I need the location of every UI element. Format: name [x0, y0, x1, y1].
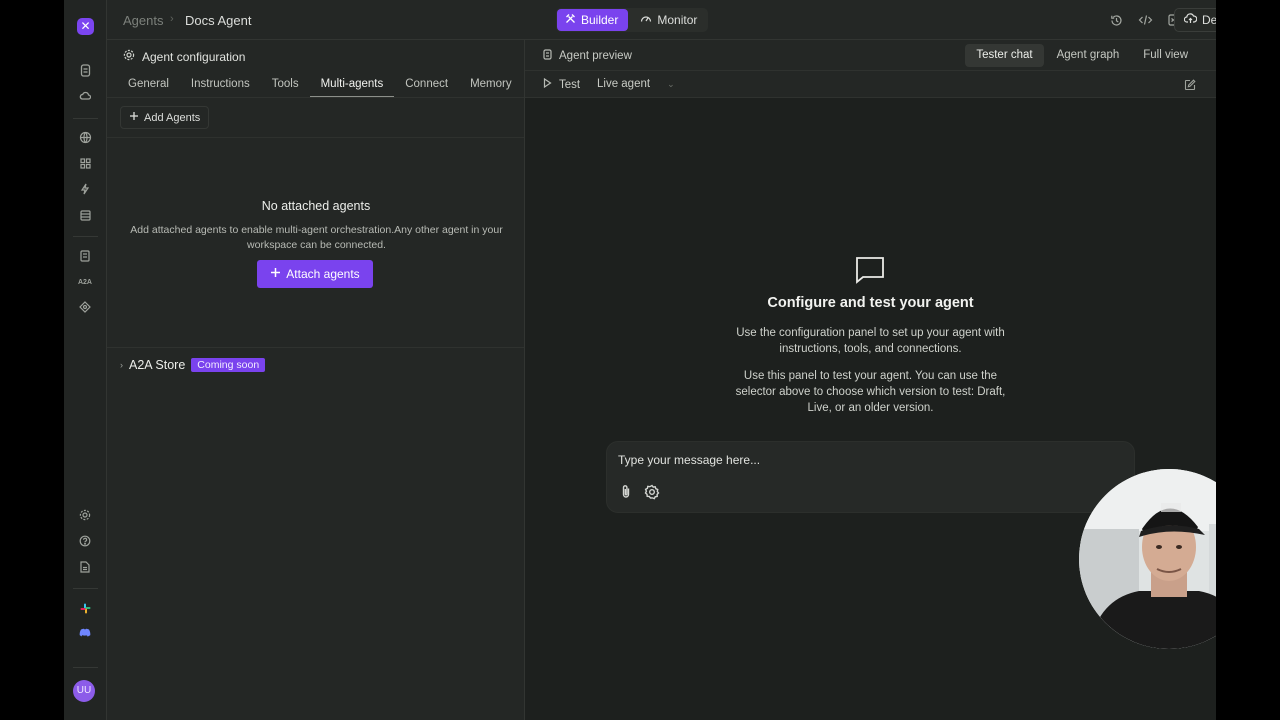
tab-connect[interactable]: Connect — [394, 77, 459, 97]
monitor-label: Monitor — [657, 13, 698, 27]
tab-full-view[interactable]: Full view — [1132, 44, 1199, 67]
edit-icon[interactable] — [1184, 78, 1198, 92]
empty-state-title: No attached agents — [261, 199, 371, 213]
version-select[interactable]: Live agent ⌄ — [597, 78, 675, 90]
rail-divider — [73, 236, 98, 237]
user-avatar[interactable]: UU — [73, 680, 95, 702]
discord-icon[interactable] — [76, 624, 94, 642]
preview-heading: Configure and test your agent — [767, 295, 974, 311]
plus-icon — [270, 267, 281, 281]
document-icon[interactable] — [76, 247, 94, 265]
monitor-button[interactable]: Monitor — [632, 9, 707, 31]
top-bar: Agents › Docs Agent Builder Monitor De — [107, 0, 1216, 40]
apps-grid-icon[interactable] — [76, 154, 94, 172]
plus-icon — [129, 111, 139, 124]
empty-state-description: Add attached agents to enable multi-agen… — [130, 224, 503, 251]
a2a-store-toggle[interactable]: › A2A Store Coming soon — [120, 358, 266, 372]
tools-icon — [565, 13, 576, 27]
add-agents-label: Add Agents — [144, 111, 201, 124]
database-icon[interactable] — [76, 206, 94, 224]
chevron-down-icon: ⌄ — [667, 78, 675, 89]
builder-button[interactable]: Builder — [557, 9, 629, 31]
config-header: Agent configuration — [123, 49, 245, 64]
section-divider — [107, 137, 524, 138]
version-selected: Live agent — [597, 78, 651, 90]
mode-toggle: Builder Monitor — [556, 8, 709, 32]
agent-icon[interactable] — [76, 61, 94, 79]
preview-description-1: Use the configuration panel to set up yo… — [736, 327, 1005, 355]
attach-agents-button[interactable]: Attach agents — [257, 260, 373, 288]
globe-icon[interactable] — [76, 128, 94, 146]
config-title: Agent configuration — [142, 49, 246, 64]
agent-icon — [543, 49, 552, 63]
preview-title-group: Agent preview — [543, 49, 632, 63]
docs-icon[interactable] — [76, 558, 94, 576]
tab-general[interactable]: General — [117, 77, 180, 97]
cloud-icon[interactable] — [76, 87, 94, 105]
gauge-icon — [640, 13, 652, 27]
settings-icon[interactable] — [76, 506, 94, 524]
play-icon — [543, 77, 552, 91]
breadcrumb-current: Docs Agent — [185, 13, 252, 28]
gear-icon — [123, 49, 135, 64]
chevron-right-icon: › — [120, 360, 123, 370]
preview-description-2: Use this panel to test your agent. You c… — [735, 370, 1006, 414]
network-icon[interactable] — [76, 298, 94, 316]
tab-memory[interactable]: Memory — [459, 77, 523, 97]
tab-tools[interactable]: Tools — [261, 77, 310, 97]
breadcrumb-chevron-icon: › — [170, 13, 174, 25]
test-toolbar: Test Live agent ⌄ — [525, 71, 1216, 98]
slack-icon[interactable] — [76, 599, 94, 617]
deploy-label: Deploy — [1202, 13, 1216, 27]
rail-divider — [73, 667, 98, 668]
message-composer[interactable]: Type your message here... — [606, 441, 1135, 513]
left-rail: ✕ A2A UU — [64, 0, 107, 720]
app-window: ✕ A2A UU Agents › Docs Agent Builder Mon… — [64, 0, 1216, 720]
deploy-button[interactable]: Deploy — [1174, 8, 1216, 32]
rail-divider — [73, 118, 98, 119]
tab-tester-chat[interactable]: Tester chat — [965, 44, 1044, 67]
lightning-icon[interactable] — [76, 180, 94, 198]
settings-icon[interactable] — [644, 484, 660, 500]
config-tabs: General Instructions Tools Multi-agents … — [117, 77, 523, 97]
cloud-upload-icon — [1183, 13, 1198, 27]
builder-label: Builder — [581, 13, 619, 27]
code-icon[interactable] — [1136, 11, 1154, 29]
preview-title: Agent preview — [559, 50, 632, 62]
breadcrumb-agents-link[interactable]: Agents — [123, 13, 163, 28]
tab-multi-agents[interactable]: Multi-agents — [309, 77, 395, 97]
tab-instructions[interactable]: Instructions — [180, 77, 261, 97]
preview-header: Agent preview Tester chat Agent graph Fu… — [525, 40, 1216, 71]
message-input[interactable]: Type your message here... — [618, 453, 760, 467]
paperclip-icon[interactable] — [619, 484, 635, 500]
preview-tabs: Tester chat Agent graph Full view — [965, 44, 1199, 67]
config-panel: Agent configuration General Instructions… — [107, 40, 525, 720]
rail-divider — [73, 588, 98, 589]
coming-soon-badge: Coming soon — [191, 358, 266, 372]
tabs-divider — [107, 97, 524, 98]
a2a-icon[interactable]: A2A — [76, 273, 94, 291]
add-agents-button[interactable]: Add Agents — [120, 106, 210, 129]
attach-agents-label: Attach agents — [286, 267, 360, 281]
help-icon[interactable] — [76, 532, 94, 550]
history-icon[interactable] — [1107, 11, 1125, 29]
app-logo-icon[interactable]: ✕ — [77, 18, 94, 35]
test-label: Test — [559, 78, 581, 91]
tab-agent-graph[interactable]: Agent graph — [1046, 44, 1131, 67]
message-square-icon — [855, 256, 885, 284]
section-divider — [107, 347, 524, 348]
test-button[interactable]: Test — [543, 77, 581, 91]
a2a-store-label: A2A Store — [129, 358, 186, 372]
